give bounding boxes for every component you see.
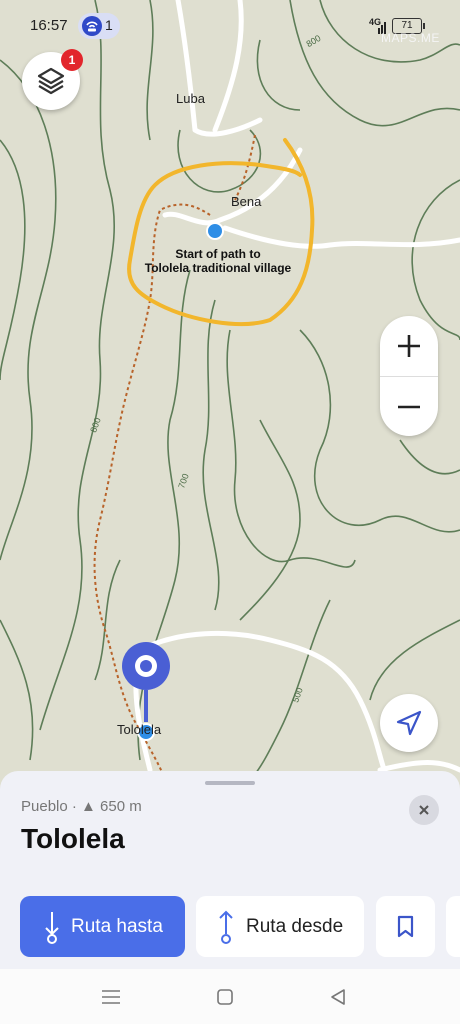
place-subtitle: Pueblo · ▲ 650 m bbox=[21, 798, 142, 815]
map-label-tololela[interactable]: Tololela bbox=[117, 722, 161, 737]
menu-icon[interactable] bbox=[100, 987, 122, 1007]
close-button[interactable] bbox=[409, 795, 439, 825]
bookmark-icon bbox=[397, 915, 414, 938]
navigation-arrow-icon bbox=[396, 710, 422, 736]
map-label-bena[interactable]: Bena bbox=[231, 194, 261, 209]
close-icon bbox=[419, 805, 429, 815]
map-label-luba[interactable]: Luba bbox=[176, 91, 205, 106]
zoom-out-button[interactable] bbox=[380, 376, 438, 436]
status-bar: 16:57 1 4G 71 MAPS.ME bbox=[0, 0, 460, 52]
annotation-line-1: Start of path to bbox=[175, 247, 261, 261]
route-to-icon bbox=[45, 912, 59, 944]
plus-icon bbox=[398, 335, 420, 357]
zoom-in-button[interactable] bbox=[380, 316, 438, 377]
hotspot-icon bbox=[82, 16, 102, 36]
route-from-icon bbox=[219, 910, 233, 944]
status-time: 16:57 bbox=[30, 17, 68, 34]
sheet-drag-handle[interactable] bbox=[205, 781, 255, 785]
annotation-text: Start of path to Tololela traditional vi… bbox=[128, 247, 308, 275]
minus-icon bbox=[398, 405, 420, 409]
maps-me-watermark: MAPS.ME bbox=[381, 31, 440, 45]
route-to-button[interactable]: Ruta hasta bbox=[20, 896, 185, 957]
route-to-label: Ruta hasta bbox=[71, 916, 163, 937]
home-square-icon[interactable] bbox=[215, 987, 235, 1007]
more-actions-button[interactable] bbox=[446, 896, 460, 957]
route-from-button[interactable]: Ruta desde bbox=[196, 896, 364, 957]
zoom-control bbox=[380, 316, 438, 436]
place-page: Pueblo · ▲ 650 m Tololela Ruta hasta Rut… bbox=[0, 771, 460, 969]
place-title: Tololela bbox=[21, 823, 125, 854]
back-triangle-icon[interactable] bbox=[328, 987, 348, 1007]
hotspot-indicator: 1 bbox=[78, 13, 120, 39]
system-nav-bar bbox=[0, 969, 460, 1024]
my-location-button[interactable] bbox=[380, 694, 438, 752]
layers-badge: 1 bbox=[61, 49, 83, 71]
path-start-dot[interactable] bbox=[206, 222, 224, 240]
bookmark-button[interactable] bbox=[376, 896, 435, 957]
annotation-line-2: Tololela traditional village bbox=[144, 261, 292, 275]
route-from-label: Ruta desde bbox=[246, 916, 344, 937]
hotspot-count: 1 bbox=[105, 17, 113, 33]
